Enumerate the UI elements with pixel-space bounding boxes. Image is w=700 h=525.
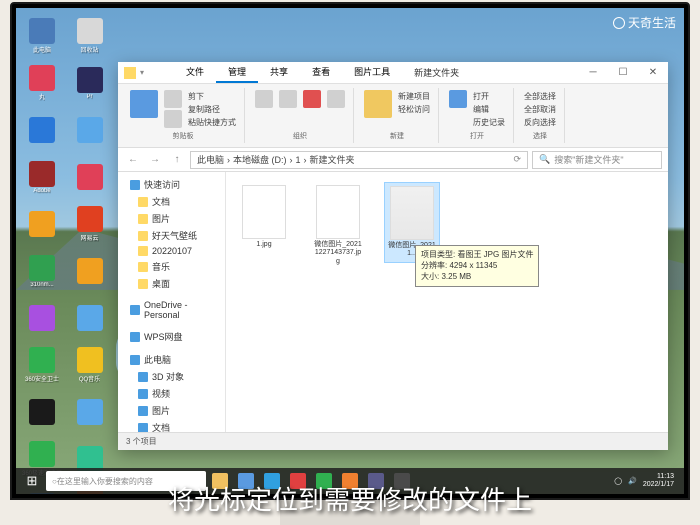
copy-icon[interactable] xyxy=(164,90,182,108)
breadcrumb[interactable]: 此电脑 › 本地磁盘 (D:) › 1 › 新建文件夹 ⟳ xyxy=(190,151,528,169)
search-input[interactable]: 🔍搜索"新建文件夹" xyxy=(532,151,662,169)
file-thumbnail xyxy=(390,186,434,240)
file-label: 微信图片_20211227143737.jpg xyxy=(313,241,363,266)
delete-icon[interactable] xyxy=(303,90,321,108)
pin-icon[interactable] xyxy=(130,90,158,118)
properties-icon[interactable] xyxy=(449,90,467,108)
copyto-icon[interactable] xyxy=(279,90,297,108)
desktop-icon[interactable]: 此电脑 xyxy=(22,14,62,58)
status-bar: 3 个项目 xyxy=(118,432,668,450)
rename-icon[interactable] xyxy=(327,90,345,108)
sidebar: 快速访问 文档 图片 好天气壁纸 20220107 音乐 桌面 OneDrive… xyxy=(118,172,226,432)
forward-button[interactable]: → xyxy=(146,151,164,169)
sidebar-3d-objects[interactable]: 3D 对象 xyxy=(118,368,225,385)
sidebar-wps[interactable]: WPS网盘 xyxy=(118,328,225,345)
sidebar-quick-access[interactable]: 快速访问 xyxy=(118,176,225,193)
paste-icon[interactable] xyxy=(164,110,182,128)
file-tooltip: 项目类型: 看图王 JPG 图片文件 分辨率: 4294 x 11345 大小:… xyxy=(415,245,539,287)
tab-file[interactable]: 文件 xyxy=(174,62,216,83)
desktop-icon[interactable] xyxy=(70,249,110,293)
file-thumbnail xyxy=(242,185,286,239)
address-bar: ← → ↑ 此电脑 › 本地磁盘 (D:) › 1 › 新建文件夹 ⟳ 🔍搜索"… xyxy=(118,148,668,172)
sidebar-pictures[interactable]: 图片 xyxy=(118,210,225,227)
file-item[interactable]: 1.jpg xyxy=(236,182,292,252)
desktop-icon[interactable] xyxy=(70,155,110,199)
file-thumbnail xyxy=(316,185,360,239)
video-subtitle: 将光标定位到需要修改的文件上 xyxy=(0,472,700,525)
desktop-icon[interactable]: 310nm... xyxy=(22,249,62,293)
sidebar-desktop[interactable]: 桌面 xyxy=(118,275,225,292)
desktop-icon[interactable] xyxy=(70,390,110,434)
desktop-icon[interactable]: Pr xyxy=(70,61,110,105)
desktop-icon[interactable] xyxy=(22,202,62,246)
desktop-icon[interactable] xyxy=(22,108,62,152)
folder-icon xyxy=(124,67,136,79)
window-title: 新建文件夹 xyxy=(414,66,459,79)
minimize-button[interactable]: ─ xyxy=(578,62,608,84)
sidebar-music[interactable]: 音乐 xyxy=(118,258,225,275)
sidebar-pictures[interactable]: 图片 xyxy=(118,402,225,419)
tab-home[interactable]: 管理 xyxy=(216,62,258,83)
maximize-button[interactable]: ☐ xyxy=(608,62,638,84)
sidebar-folder[interactable]: 好天气壁纸 xyxy=(118,227,225,244)
file-list: 1.jpg 微信图片_20211227143737.jpg 微信图片_20211… xyxy=(226,172,668,432)
watermark-brand: 天奇生活 xyxy=(613,14,676,31)
desktop-icon[interactable] xyxy=(22,390,62,434)
tab-share[interactable]: 共享 xyxy=(258,62,300,83)
desktop-icon[interactable]: Adobe xyxy=(22,155,62,199)
up-button[interactable]: ↑ xyxy=(168,151,186,169)
sidebar-documents[interactable]: 文档 xyxy=(118,419,225,432)
titlebar: ▾ 文件 管理 共享 查看 图片工具 新建文件夹 ─ ☐ ✕ xyxy=(118,62,668,84)
desktop-icon[interactable] xyxy=(70,108,110,152)
tab-view[interactable]: 查看 xyxy=(300,62,342,83)
sidebar-videos[interactable]: 视频 xyxy=(118,385,225,402)
file-item[interactable]: 微信图片_20211227143737.jpg xyxy=(310,182,366,269)
desktop-icons: 此电脑回收站丸PrAdobe网易云310nm...360安全卫士QQ音乐360极… xyxy=(22,14,114,494)
desktop-icon[interactable]: 360安全卫士 xyxy=(22,343,62,387)
tab-picture-tools[interactable]: 图片工具 xyxy=(342,62,402,83)
close-button[interactable]: ✕ xyxy=(638,62,668,84)
file-label: 1.jpg xyxy=(256,241,271,249)
sidebar-documents[interactable]: 文档 xyxy=(118,193,225,210)
desktop-icon[interactable] xyxy=(22,296,62,340)
ribbon: 剪下 复制路径 粘贴快捷方式 剪贴板 组织 新建项目 轻松访问 xyxy=(118,84,668,148)
desktop-icon[interactable]: 丸 xyxy=(22,61,62,105)
desktop-icon[interactable]: 回收站 xyxy=(70,14,110,58)
back-button[interactable]: ← xyxy=(124,151,142,169)
file-item-selected[interactable]: 微信图片_20211... 项目类型: 看图王 JPG 图片文件 分辨率: 42… xyxy=(384,182,440,263)
moveto-icon[interactable] xyxy=(255,90,273,108)
file-explorer-window: ▾ 文件 管理 共享 查看 图片工具 新建文件夹 ─ ☐ ✕ 剪下 xyxy=(118,62,668,450)
newfolder-icon[interactable] xyxy=(364,90,392,118)
sidebar-this-pc[interactable]: 此电脑 xyxy=(118,351,225,368)
sidebar-folder[interactable]: 20220107 xyxy=(118,244,225,258)
desktop-icon[interactable]: QQ音乐 xyxy=(70,343,110,387)
desktop-icon[interactable]: 网易云 xyxy=(70,202,110,246)
sidebar-onedrive[interactable]: OneDrive - Personal xyxy=(118,298,225,322)
desktop-icon[interactable] xyxy=(70,296,110,340)
